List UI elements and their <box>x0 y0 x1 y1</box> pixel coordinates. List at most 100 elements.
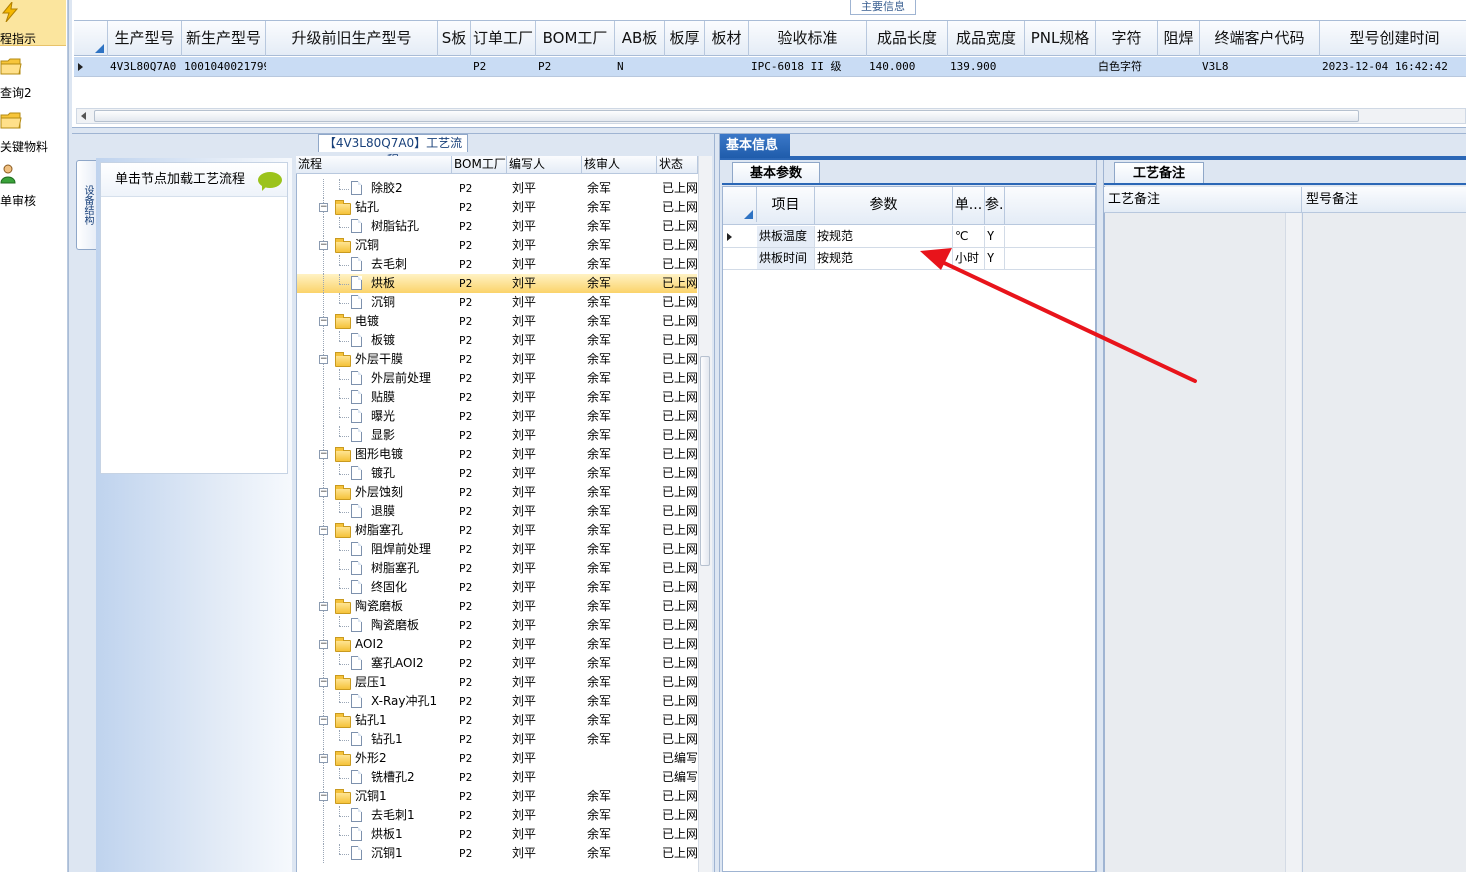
params-cell-unit[interactable]: ℃ <box>953 226 985 247</box>
column-header[interactable]: 板材 <box>705 21 749 56</box>
column-header[interactable]: 型号创建时间 <box>1320 21 1466 56</box>
table-cell[interactable] <box>440 57 471 76</box>
tree-row[interactable]: 烘板 P2 刘平 余军 已上网 <box>297 274 697 293</box>
column-header[interactable]: 订单工厂 <box>471 21 536 56</box>
tree-row[interactable]: 沉铜 P2 刘平 余军 已上网 <box>297 293 697 312</box>
nav-item-review[interactable]: 单审核 <box>0 162 66 208</box>
params-cell-flag[interactable]: Y <box>985 226 1005 247</box>
tab-equipment-structure[interactable]: 设备结构 <box>76 160 96 250</box>
column-header[interactable]: 型号备注 <box>1302 187 1466 212</box>
grid-corner[interactable] <box>723 187 757 222</box>
tree-row[interactable]: − 沉铜 P2 刘平 余军 已上网 <box>297 236 697 255</box>
tree-row[interactable]: − 层压1 P2 刘平 余军 已上网 <box>297 673 697 692</box>
table-cell[interactable] <box>707 57 749 76</box>
tree-row[interactable]: 钻孔1 P2 刘平 余军 已上网 <box>297 730 697 749</box>
tree-row[interactable]: − 陶瓷磨板 P2 刘平 余军 已上网 <box>297 597 697 616</box>
tree-row[interactable]: 烘板1 P2 刘平 余军 已上网 <box>297 825 697 844</box>
table-cell[interactable]: 4V3L80Q7A0 <box>110 57 182 76</box>
column-header[interactable]: 终端客户代码 <box>1200 21 1320 56</box>
params-cell-param[interactable]: 按规范 <box>815 226 953 247</box>
column-header[interactable]: 新生产型号 <box>182 21 266 56</box>
nav-item-query2[interactable]: 查询2 <box>0 54 66 100</box>
tree-row[interactable]: 退膜 P2 刘平 余军 已上网 <box>297 502 697 521</box>
tree-row[interactable]: 曝光 P2 刘平 余军 已上网 <box>297 407 697 426</box>
column-header[interactable]: S板 <box>438 21 471 56</box>
params-cell-item[interactable]: 烘板时间 <box>757 248 815 269</box>
column-header[interactable]: 字符 <box>1096 21 1158 56</box>
table-cell[interactable]: P2 <box>473 57 536 76</box>
nav-item-process-guide[interactable]: 程指示 <box>0 0 66 46</box>
table-cell[interactable]: 10010400217992 <box>184 57 266 76</box>
table-cell[interactable]: 139.900 <box>950 57 1025 76</box>
tree-row[interactable]: 树脂钻孔 P2 刘平 余军 已上网 <box>297 217 697 236</box>
column-header[interactable]: 项目 <box>757 187 815 224</box>
tree-row[interactable]: − 沉铜1 P2 刘平 余军 已上网 <box>297 787 697 806</box>
tree-row[interactable]: − 钻孔1 P2 刘平 余军 已上网 <box>297 711 697 730</box>
scroll-left-icon[interactable] <box>81 112 86 120</box>
tab-process-notes[interactable]: 工艺备注 <box>1114 162 1204 184</box>
tree-row[interactable]: 终固化 P2 刘平 余军 已上网 <box>297 578 697 597</box>
tree-row[interactable]: − AOI2 P2 刘平 余军 已上网 <box>297 635 697 654</box>
collapse-icon[interactable]: − <box>319 450 328 459</box>
column-header[interactable]: 状态 <box>657 156 698 173</box>
grid-corner[interactable] <box>74 21 108 56</box>
tree-row[interactable]: 镀孔 P2 刘平 余军 已上网 <box>297 464 697 483</box>
column-header[interactable]: AB板 <box>615 21 665 56</box>
collapse-icon[interactable]: − <box>319 203 328 212</box>
column-header[interactable]: BOM工厂 <box>536 21 615 56</box>
tree-row[interactable]: − 钻孔 P2 刘平 余军 已上网 <box>297 198 697 217</box>
collapse-icon[interactable]: − <box>319 488 328 497</box>
tree-row[interactable]: − 树脂塞孔 P2 刘平 余军 已上网 <box>297 521 697 540</box>
collapse-icon[interactable]: − <box>319 526 328 535</box>
params-cell-flag[interactable]: Y <box>985 248 1005 269</box>
tree-row[interactable]: 沉铜1 P2 刘平 余军 已上网 <box>297 844 697 863</box>
table-cell[interactable]: 2023-12-04 16:42:42 <box>1322 57 1466 76</box>
tree-row[interactable]: − 外层蚀刻 P2 刘平 余军 已上网 <box>297 483 697 502</box>
tab-process-flow[interactable]: 【4V3L80Q7A0】工艺流程 <box>318 134 468 167</box>
column-header[interactable]: 单... <box>953 187 985 224</box>
tree-row[interactable]: 除胶2 P2 刘平 余军 已上网 <box>297 179 697 198</box>
scroll-thumb[interactable] <box>94 110 1359 122</box>
collapse-icon[interactable]: − <box>319 355 328 364</box>
column-header[interactable]: 工艺备注 <box>1104 187 1302 212</box>
tree-row[interactable]: X-Ray冲孔1 P2 刘平 余军 已上网 <box>297 692 697 711</box>
column-header[interactable]: 板厚 <box>665 21 705 56</box>
params-cell-item[interactable]: 烘板温度 <box>757 226 815 247</box>
column-header[interactable]: 成品长度 <box>867 21 948 56</box>
vertical-splitter[interactable] <box>1096 160 1104 872</box>
collapse-icon[interactable]: − <box>319 241 328 250</box>
tree-row[interactable]: 树脂塞孔 P2 刘平 余军 已上网 <box>297 559 697 578</box>
table-cell[interactable] <box>667 57 705 76</box>
nav-item-key-material[interactable]: 关键物料 <box>0 108 66 154</box>
column-header[interactable]: 编写人 <box>507 156 582 173</box>
params-row[interactable]: 烘板温度 按规范 ℃ Y <box>723 226 1095 248</box>
table-cell[interactable] <box>1160 57 1200 76</box>
table-cell[interactable]: 白色字符 <box>1098 57 1158 76</box>
collapse-icon[interactable]: − <box>319 317 328 326</box>
tab-main-info[interactable]: 主要信息 <box>850 0 916 15</box>
tree-row[interactable]: 去毛刺 P2 刘平 余军 已上网 <box>297 255 697 274</box>
column-header[interactable]: PNL规格 <box>1025 21 1096 56</box>
table-cell[interactable]: 140.000 <box>869 57 948 76</box>
tree-row[interactable]: 塞孔AOI2 P2 刘平 余军 已上网 <box>297 654 697 673</box>
column-header[interactable]: 阻焊 <box>1158 21 1200 56</box>
collapse-icon[interactable]: − <box>319 754 328 763</box>
column-header[interactable]: 验收标准 <box>749 21 867 56</box>
tree-row[interactable]: 贴膜 P2 刘平 余军 已上网 <box>297 388 697 407</box>
tab-basic-info[interactable]: 基本信息 <box>720 134 790 158</box>
params-cell-param[interactable]: 按规范 <box>815 248 953 269</box>
table-row[interactable]: 4V3L80Q7A010010400217992P2P2NIPC-6018 II… <box>74 57 1466 77</box>
tree-row[interactable]: − 图形电镀 P2 刘平 余军 已上网 <box>297 445 697 464</box>
collapse-icon[interactable]: − <box>319 716 328 725</box>
column-header[interactable]: 流程 <box>296 156 452 173</box>
tree-row[interactable]: 阻焊前处理 P2 刘平 余军 已上网 <box>297 540 697 559</box>
column-header[interactable]: 核审人 <box>582 156 657 173</box>
collapse-icon[interactable]: − <box>319 602 328 611</box>
tree-scroll-thumb[interactable] <box>700 356 710 566</box>
table-cell[interactable]: N <box>617 57 665 76</box>
collapse-icon[interactable]: − <box>319 678 328 687</box>
table-cell[interactable]: IPC-6018 II 级 <box>751 57 867 76</box>
notes-vertical-scrollbar[interactable] <box>1285 213 1301 872</box>
params-cell-unit[interactable]: 小时 <box>953 248 985 269</box>
tree-row[interactable]: 铣槽孔2 P2 刘平 已编写 <box>297 768 697 787</box>
